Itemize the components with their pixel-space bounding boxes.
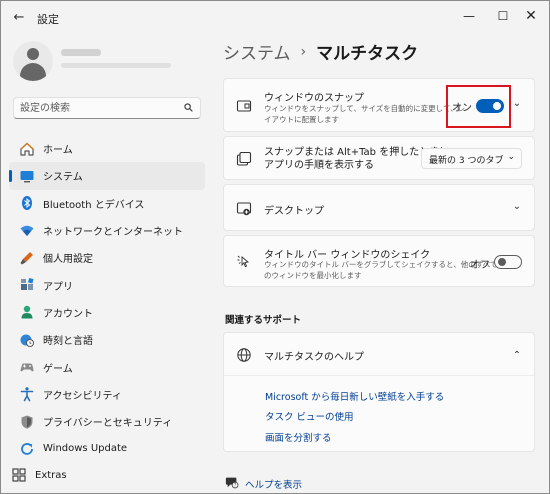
snap-windows-description: ウィンドウをスナップして、サイズを自動的に変更して、レ イアウトに配置します <box>264 104 466 124</box>
accessibility-icon <box>20 387 34 402</box>
search-input[interactable] <box>20 101 180 116</box>
sidebar-item-label: ゲーム <box>43 363 73 375</box>
multitask-help-title: マルチタスクのヘルプ <box>264 352 364 363</box>
search-icon[interactable] <box>184 103 193 112</box>
desktop-card[interactable]: デスクトップ ⌄ <box>223 184 535 231</box>
sidebar-item-label: Bluetooth とデバイス <box>43 199 145 211</box>
system-icon <box>20 170 34 183</box>
title-bar-shake-card: タイトル バー ウィンドウのシェイク ウィンドウのタイトル バーをグラブしてシェ… <box>223 235 535 287</box>
sidebar-item-apps[interactable]: アプリ <box>9 271 205 298</box>
alt-tab-dropdown[interactable]: 最新の 3 つのタブ ⌄ <box>421 148 522 169</box>
profile-email-redacted <box>61 63 171 68</box>
alt-tab-dropdown-value: 最新の 3 つのタブ <box>429 156 504 166</box>
sidebar-item-label: プライバシーとセキュリティ <box>43 418 173 430</box>
sidebar-nav: ホーム システム Bluetooth とデバイス ネットワークとインターネット … <box>9 135 205 463</box>
sidebar-item-system[interactable]: システム <box>9 162 205 190</box>
breadcrumb: システム › マルチタスク <box>223 39 419 65</box>
windows-update-icon <box>21 442 33 455</box>
sidebar-item-label: アカウント <box>43 308 93 320</box>
account-icon <box>21 306 33 319</box>
alt-tab-icon <box>236 151 252 166</box>
app-title: 設定 <box>37 13 59 26</box>
chevron-down-icon[interactable]: ⌄ <box>510 97 524 111</box>
bluetooth-icon <box>22 196 32 211</box>
page-title: マルチタスク <box>316 44 419 64</box>
sidebar-item-accounts[interactable]: アカウント <box>9 299 205 326</box>
get-help-link[interactable]: ヘルプを表示 <box>245 477 302 491</box>
link-microsoft-wallpaper[interactable]: Microsoft から毎日新しい壁紙を入手する <box>265 389 444 403</box>
multitask-help-header[interactable]: マルチタスクのヘルプ ⌃ <box>224 333 534 376</box>
breadcrumb-separator: › <box>300 43 307 60</box>
sidebar-item-label: Extras <box>35 469 67 481</box>
shake-toggle-state: オフ <box>470 260 490 271</box>
sidebar-item-windows-update[interactable]: Windows Update <box>9 435 205 462</box>
sidebar-item-accessibility[interactable]: アクセシビリティ <box>9 381 205 408</box>
help-icon: ? <box>225 477 239 489</box>
sidebar-item-bluetooth[interactable]: Bluetooth とデバイス <box>9 190 205 217</box>
related-support-heading: 関連するサポート <box>225 315 302 326</box>
home-icon <box>20 142 34 156</box>
link-task-view[interactable]: タスク ビューの使用 <box>265 409 354 423</box>
chevron-down-icon: ⌄ <box>507 152 515 162</box>
shake-toggle[interactable] <box>494 255 522 269</box>
back-button[interactable]: ← <box>9 9 29 27</box>
title-bar: ← 設定 — ☐ ✕ <box>1 1 549 35</box>
profile-name-redacted <box>61 49 101 56</box>
sidebar-item-time-language[interactable]: 時刻と言語 <box>9 326 205 353</box>
network-icon <box>20 225 34 236</box>
minimize-button[interactable]: — <box>453 5 485 27</box>
snap-windows-icon <box>236 100 252 112</box>
snap-windows-title: ウィンドウのスナップ <box>264 93 364 104</box>
gaming-icon <box>20 363 34 372</box>
sidebar-item-label: 時刻と言語 <box>43 336 93 348</box>
shake-description: ウィンドウのタイトル バーをグラブしてシェイクすると、他のすべて のウィンドウを… <box>264 260 498 280</box>
globe-icon <box>237 348 251 362</box>
sidebar-item-gaming[interactable]: ゲーム <box>9 353 205 380</box>
desktop-icon <box>236 202 252 216</box>
sidebar-item-label: 個人用設定 <box>43 254 93 266</box>
sidebar-item-privacy[interactable]: プライバシーとセキュリティ <box>9 408 205 435</box>
search-box[interactable] <box>13 97 201 119</box>
close-button[interactable]: ✕ <box>515 5 547 27</box>
sidebar-item-label: アクセシビリティ <box>43 390 122 402</box>
personalization-icon <box>20 251 33 265</box>
sidebar-item-label: ネットワークとインターネット <box>43 227 183 239</box>
apps-icon <box>21 278 34 291</box>
sidebar-item-label: システム <box>43 172 83 184</box>
avatar <box>13 41 53 81</box>
sidebar-item-label: Windows Update <box>43 443 128 455</box>
breadcrumb-parent[interactable]: システム <box>223 39 291 64</box>
chevron-up-icon[interactable]: ⌃ <box>510 349 524 363</box>
sidebar-item-personalization[interactable]: 個人用設定 <box>9 244 205 271</box>
shake-icon <box>237 255 250 268</box>
sidebar-item-home[interactable]: ホーム <box>9 135 205 162</box>
privacy-icon <box>21 415 33 429</box>
link-split-screen[interactable]: 画面を分割する <box>265 430 332 444</box>
sidebar-item-label: アプリ <box>43 281 73 293</box>
extras-icon <box>12 468 26 482</box>
sidebar-item-network[interactable]: ネットワークとインターネット <box>9 217 205 244</box>
desktop-title: デスクトップ <box>264 206 324 217</box>
time-language-icon <box>20 334 34 347</box>
highlight-box <box>446 85 511 128</box>
sidebar-item-label: ホーム <box>43 145 73 157</box>
sidebar-item-extras[interactable]: Extras <box>9 467 67 483</box>
chevron-down-icon[interactable]: ⌄ <box>510 200 524 214</box>
